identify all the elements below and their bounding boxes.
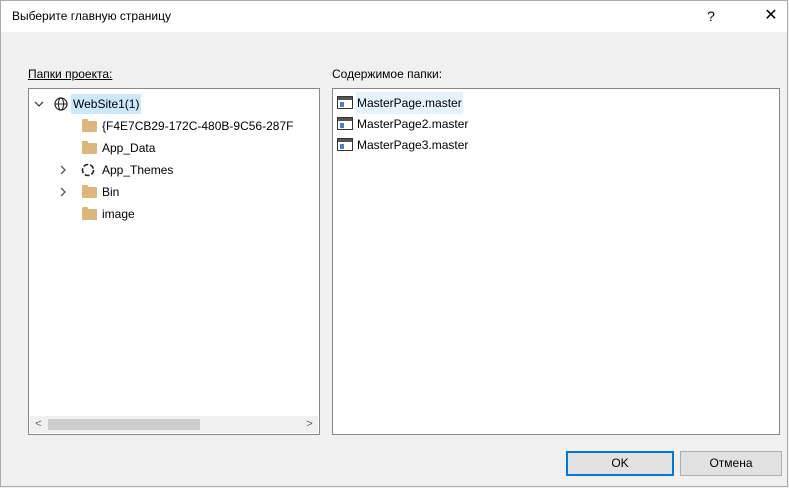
tree-item-label: App_Data [102, 141, 156, 155]
tree-item-app-themes[interactable]: App_Themes [29, 160, 319, 180]
dialog-title: Выберите главную страницу [12, 9, 171, 23]
file-name: MasterPage.master [356, 92, 463, 114]
folders-label-text: Папки проекта: [28, 67, 113, 81]
master-page-icon [337, 138, 353, 151]
help-button[interactable]: ? [696, 5, 726, 27]
tree-item-label: image [102, 207, 135, 221]
chevron-right-icon[interactable] [58, 160, 68, 180]
scroll-right-icon[interactable]: > [301, 416, 318, 433]
master-page-icon [337, 96, 353, 109]
chevron-down-icon[interactable] [34, 94, 44, 114]
tree-item-image[interactable]: image [29, 204, 319, 224]
tree-item-website[interactable]: WebSite1(1) [29, 94, 319, 114]
chevron-right-icon[interactable] [58, 182, 68, 202]
folder-icon [82, 185, 97, 198]
close-button[interactable]: ✕ [756, 5, 786, 27]
folder-contents-list[interactable]: MasterPage.master MasterPage2.master Mas… [332, 88, 780, 435]
ok-button[interactable]: OK [566, 451, 674, 476]
project-folders-label: Папки проекта: [28, 67, 112, 81]
master-page-icon [337, 117, 353, 130]
list-item-masterpage2[interactable]: MasterPage2.master [335, 113, 495, 135]
folder-icon [82, 207, 97, 220]
list-item-masterpage[interactable]: MasterPage.master [335, 92, 495, 114]
themes-icon [80, 163, 96, 177]
folder-icon [82, 119, 97, 132]
file-name: MasterPage3.master [357, 138, 469, 152]
project-folders-tree[interactable]: WebSite1(1) {F4E7CB29-172C-480B-9C56-287… [28, 88, 320, 435]
list-item-masterpage3[interactable]: MasterPage3.master [335, 134, 495, 156]
tree-item-label: WebSite1(1) [71, 94, 142, 114]
cancel-button[interactable]: Отмена [680, 451, 782, 476]
scroll-thumb[interactable] [48, 419, 200, 430]
tree-item-label: Bin [102, 185, 120, 199]
globe-icon [54, 97, 70, 111]
master-page-dialog: Выберите главную страницу ? ✕ Папки прое… [0, 0, 788, 487]
tree-item-bin[interactable]: Bin [29, 182, 319, 202]
title-separator [1, 31, 787, 32]
file-name: MasterPage2.master [357, 117, 469, 131]
folder-icon [82, 141, 97, 154]
horizontal-scrollbar[interactable]: < > [30, 416, 318, 433]
folder-contents-label: Содержимое папки: [332, 67, 442, 81]
tree-item-guid-folder[interactable]: {F4E7CB29-172C-480B-9C56-287F [29, 116, 319, 136]
scroll-left-icon[interactable]: < [30, 416, 47, 433]
tree-item-app-data[interactable]: App_Data [29, 138, 319, 158]
tree-item-label: {F4E7CB29-172C-480B-9C56-287F [102, 119, 294, 133]
title-bar: Выберите главную страницу ? ✕ [1, 1, 787, 31]
tree-item-label: App_Themes [102, 163, 174, 177]
contents-label-text: Содержимое папки: [332, 67, 443, 81]
